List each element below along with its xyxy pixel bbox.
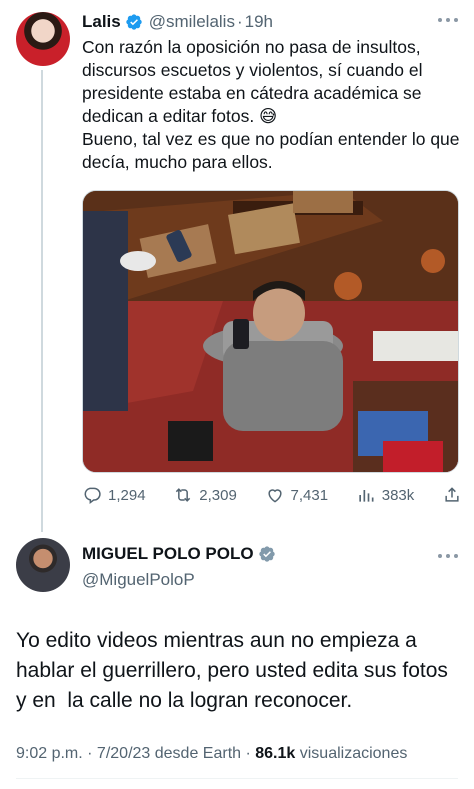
retweet-count: 2,309 (199, 486, 237, 504)
avatar[interactable] (16, 538, 70, 592)
reply-count: 1,294 (108, 486, 146, 504)
views-count: 383k (381, 486, 415, 504)
retweet-button[interactable]: 2,309 (173, 485, 237, 505)
avatar[interactable] (16, 12, 70, 66)
author-name[interactable]: Lalis (82, 12, 121, 32)
more-icon[interactable] (438, 12, 458, 28)
author-name[interactable]: MIGUEL POLO POLO (82, 544, 254, 564)
tweet-text: Con razón la oposición no pasa de insult… (82, 37, 460, 172)
share-button[interactable] (442, 485, 462, 505)
verified-badge-icon (258, 546, 275, 562)
views-button[interactable]: 383k (356, 485, 415, 505)
tweet-text: Yo edito videos mientras aun no empieza … (16, 629, 454, 712)
verified-badge-icon (126, 14, 142, 30)
views-icon (359, 490, 374, 502)
author-handle[interactable]: @MiguelPoloP (82, 570, 195, 590)
like-icon (267, 489, 282, 503)
tweet-actions: 1,294 2,309 7,431 383k (82, 484, 462, 506)
tweet-lalis[interactable]: Lalis @smilelalis · 19h Con razón la opo… (0, 0, 474, 530)
tweet-meta: 9:02 p.m. · 7/20/23 desde Earth · 86.1k … (16, 745, 407, 763)
more-icon[interactable] (438, 548, 458, 564)
tweet-photo[interactable] (82, 190, 459, 473)
reply-icon (84, 487, 101, 504)
divider (16, 778, 458, 779)
like-count: 7,431 (290, 486, 329, 504)
share-icon (445, 487, 459, 502)
tweet-header: MIGUEL POLO POLO (82, 544, 282, 564)
like-button[interactable]: 7,431 (265, 485, 329, 505)
retweet-icon (176, 488, 191, 502)
photo-illustration (83, 191, 458, 472)
tweet-time[interactable]: 19h (245, 12, 273, 32)
reply-button[interactable]: 1,294 (82, 485, 146, 505)
views-label: visualizaciones (295, 745, 408, 762)
tweet-timestamp[interactable]: 9:02 p.m. · 7/20/23 desde Earth · (16, 745, 255, 762)
tweet-header: Lalis @smilelalis · 19h (82, 10, 273, 34)
author-handle[interactable]: @smilelalis (149, 12, 235, 32)
views-total: 86.1k (255, 745, 296, 762)
separator-dot: · (236, 12, 243, 31)
